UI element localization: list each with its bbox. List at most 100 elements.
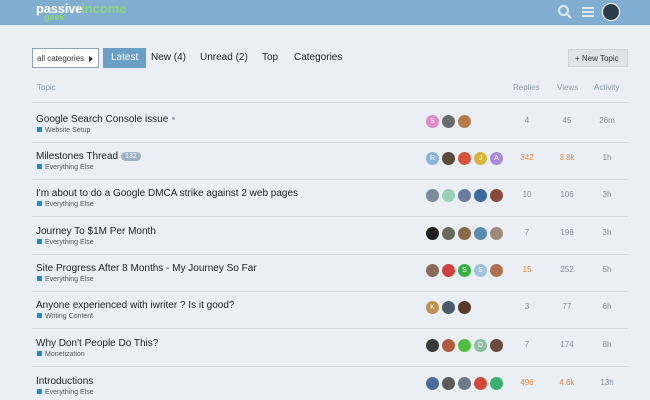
topic-row[interactable]: Journey To $1M Per Month Everything Else 7… (0, 226, 650, 263)
topic-category[interactable]: Website Setup (37, 127, 90, 134)
poster-avatar[interactable]: S (426, 115, 439, 128)
topic-row[interactable]: Site Progress After 8 Months - My Journe… (0, 263, 650, 300)
user-avatar[interactable] (602, 3, 620, 21)
tab-unread[interactable]: Unread (2) (200, 48, 248, 68)
topic-row[interactable]: Introductions Everything Else 496 4.6k 13h (0, 376, 650, 400)
topic-activity[interactable]: 6h (587, 302, 627, 311)
poster-avatar[interactable] (426, 339, 439, 352)
topic-title[interactable]: Site Progress After 8 Months - My Journe… (36, 263, 257, 274)
topic-category[interactable]: Everything Else (37, 164, 94, 171)
topic-title[interactable]: Google Search Console issue (36, 114, 176, 125)
poster-avatar[interactable] (490, 377, 503, 390)
topic-row[interactable]: Why Don't People Do This? Monetization D 7 1… (0, 338, 650, 375)
poster-avatar[interactable] (490, 339, 503, 352)
poster-avatar[interactable] (458, 115, 471, 128)
topic-title[interactable]: Anyone experienced with iwriter ? Is it … (36, 300, 234, 311)
topic-views: 106 (560, 190, 574, 199)
topic-activity[interactable]: 26m (587, 116, 627, 125)
topic-activity[interactable]: 3h (587, 190, 627, 199)
column-header-views[interactable]: Views (557, 83, 578, 92)
tab-top[interactable]: Top (262, 48, 278, 68)
column-header-activity[interactable]: Activity (594, 83, 619, 92)
poster-avatar[interactable]: S (474, 264, 487, 277)
category-label[interactable]: Everything Else (45, 239, 94, 246)
topic-row[interactable]: Anyone experienced with iwriter ? Is it … (0, 300, 650, 337)
poster-avatar[interactable] (474, 377, 487, 390)
topic-title[interactable]: I'm about to do a Google DMCA strike aga… (36, 188, 298, 199)
tab-latest[interactable]: Latest (103, 48, 147, 68)
poster-avatar[interactable] (458, 301, 471, 314)
category-label[interactable]: Everything Else (45, 201, 94, 208)
poster-avatar[interactable]: J (474, 152, 487, 165)
poster-avatar[interactable] (490, 227, 503, 240)
topic-activity[interactable]: 3h (587, 228, 627, 237)
poster-avatar[interactable] (458, 339, 471, 352)
new-topic-button[interactable]: + New Topic (568, 49, 628, 67)
topic-title[interactable]: Introductions (36, 376, 93, 387)
topic-category[interactable]: Writing Content (37, 313, 93, 320)
column-header-replies[interactable]: Replies (513, 83, 540, 92)
poster-avatar[interactable] (426, 227, 439, 240)
poster-avatar[interactable] (442, 189, 455, 202)
poster-avatar[interactable] (442, 339, 455, 352)
poster-avatar[interactable] (490, 189, 503, 202)
topic-category[interactable]: Everything Else (37, 276, 94, 283)
poster-avatar[interactable] (458, 377, 471, 390)
category-dropdown[interactable]: all categories (32, 48, 99, 68)
poster-avatar[interactable]: A (490, 152, 503, 165)
topic-title-text[interactable]: Milestones Thread (36, 151, 118, 162)
column-header-topic[interactable]: Topic (37, 83, 56, 92)
poster-avatar[interactable] (426, 377, 439, 390)
poster-avatar[interactable] (442, 301, 455, 314)
poster-avatar[interactable] (442, 377, 455, 390)
search-icon[interactable] (557, 4, 573, 20)
topic-title-text[interactable]: Site Progress After 8 Months - My Journe… (36, 263, 257, 274)
poster-avatar[interactable] (426, 189, 439, 202)
category-label[interactable]: Monetization (45, 351, 85, 358)
tab-categories[interactable]: Categories (294, 48, 342, 68)
topic-category[interactable]: Monetization (37, 351, 85, 358)
topic-category[interactable]: Everything Else (37, 389, 94, 396)
category-label[interactable]: Writing Content (45, 313, 93, 320)
poster-avatar[interactable]: D (474, 339, 487, 352)
topic-row[interactable]: Google Search Console issue Website Setup… (0, 114, 650, 151)
topic-title[interactable]: Why Don't People Do This? (36, 338, 158, 349)
poster-avatar[interactable] (442, 264, 455, 277)
category-label[interactable]: Website Setup (45, 127, 90, 134)
poster-avatar[interactable] (474, 189, 487, 202)
topic-title-text[interactable]: I'm about to do a Google DMCA strike aga… (36, 188, 298, 199)
poster-avatar[interactable] (458, 227, 471, 240)
topic-title-text[interactable]: Why Don't People Do This? (36, 338, 158, 349)
row-divider (32, 328, 628, 329)
poster-avatar[interactable] (442, 152, 455, 165)
poster-avatar[interactable]: K (426, 301, 439, 314)
topic-title-text[interactable]: Anyone experienced with iwriter ? Is it … (36, 300, 234, 311)
poster-avatar[interactable] (442, 115, 455, 128)
poster-avatar[interactable] (474, 227, 487, 240)
topic-title[interactable]: Journey To $1M Per Month (36, 226, 156, 237)
hamburger-menu-icon[interactable] (580, 4, 596, 20)
topic-title-text[interactable]: Google Search Console issue (36, 114, 168, 125)
poster-avatar[interactable] (426, 264, 439, 277)
topic-category[interactable]: Everything Else (37, 201, 94, 208)
poster-avatar[interactable] (442, 227, 455, 240)
category-label[interactable]: Everything Else (45, 164, 94, 171)
poster-avatar[interactable] (458, 189, 471, 202)
topic-title-text[interactable]: Introductions (36, 376, 93, 387)
topic-activity[interactable]: 13h (587, 378, 627, 387)
poster-avatar[interactable]: R (426, 152, 439, 165)
category-label[interactable]: Everything Else (45, 389, 94, 396)
topic-activity[interactable]: 1h (587, 153, 627, 162)
poster-avatar[interactable] (458, 152, 471, 165)
topic-activity[interactable]: 5h (587, 265, 627, 274)
topic-category[interactable]: Everything Else (37, 239, 94, 246)
topic-title-text[interactable]: Journey To $1M Per Month (36, 226, 156, 237)
topic-row[interactable]: Milestones Thread 132 Everything Else R J A 34… (0, 151, 650, 188)
topic-row[interactable]: I'm about to do a Google DMCA strike aga… (0, 188, 650, 225)
poster-avatar[interactable] (490, 264, 503, 277)
category-label[interactable]: Everything Else (45, 276, 94, 283)
topic-activity[interactable]: 8h (587, 340, 627, 349)
poster-avatar[interactable]: S (458, 264, 471, 277)
tab-new[interactable]: New (4) (151, 48, 186, 68)
topic-title[interactable]: Milestones Thread 132 (36, 151, 141, 162)
